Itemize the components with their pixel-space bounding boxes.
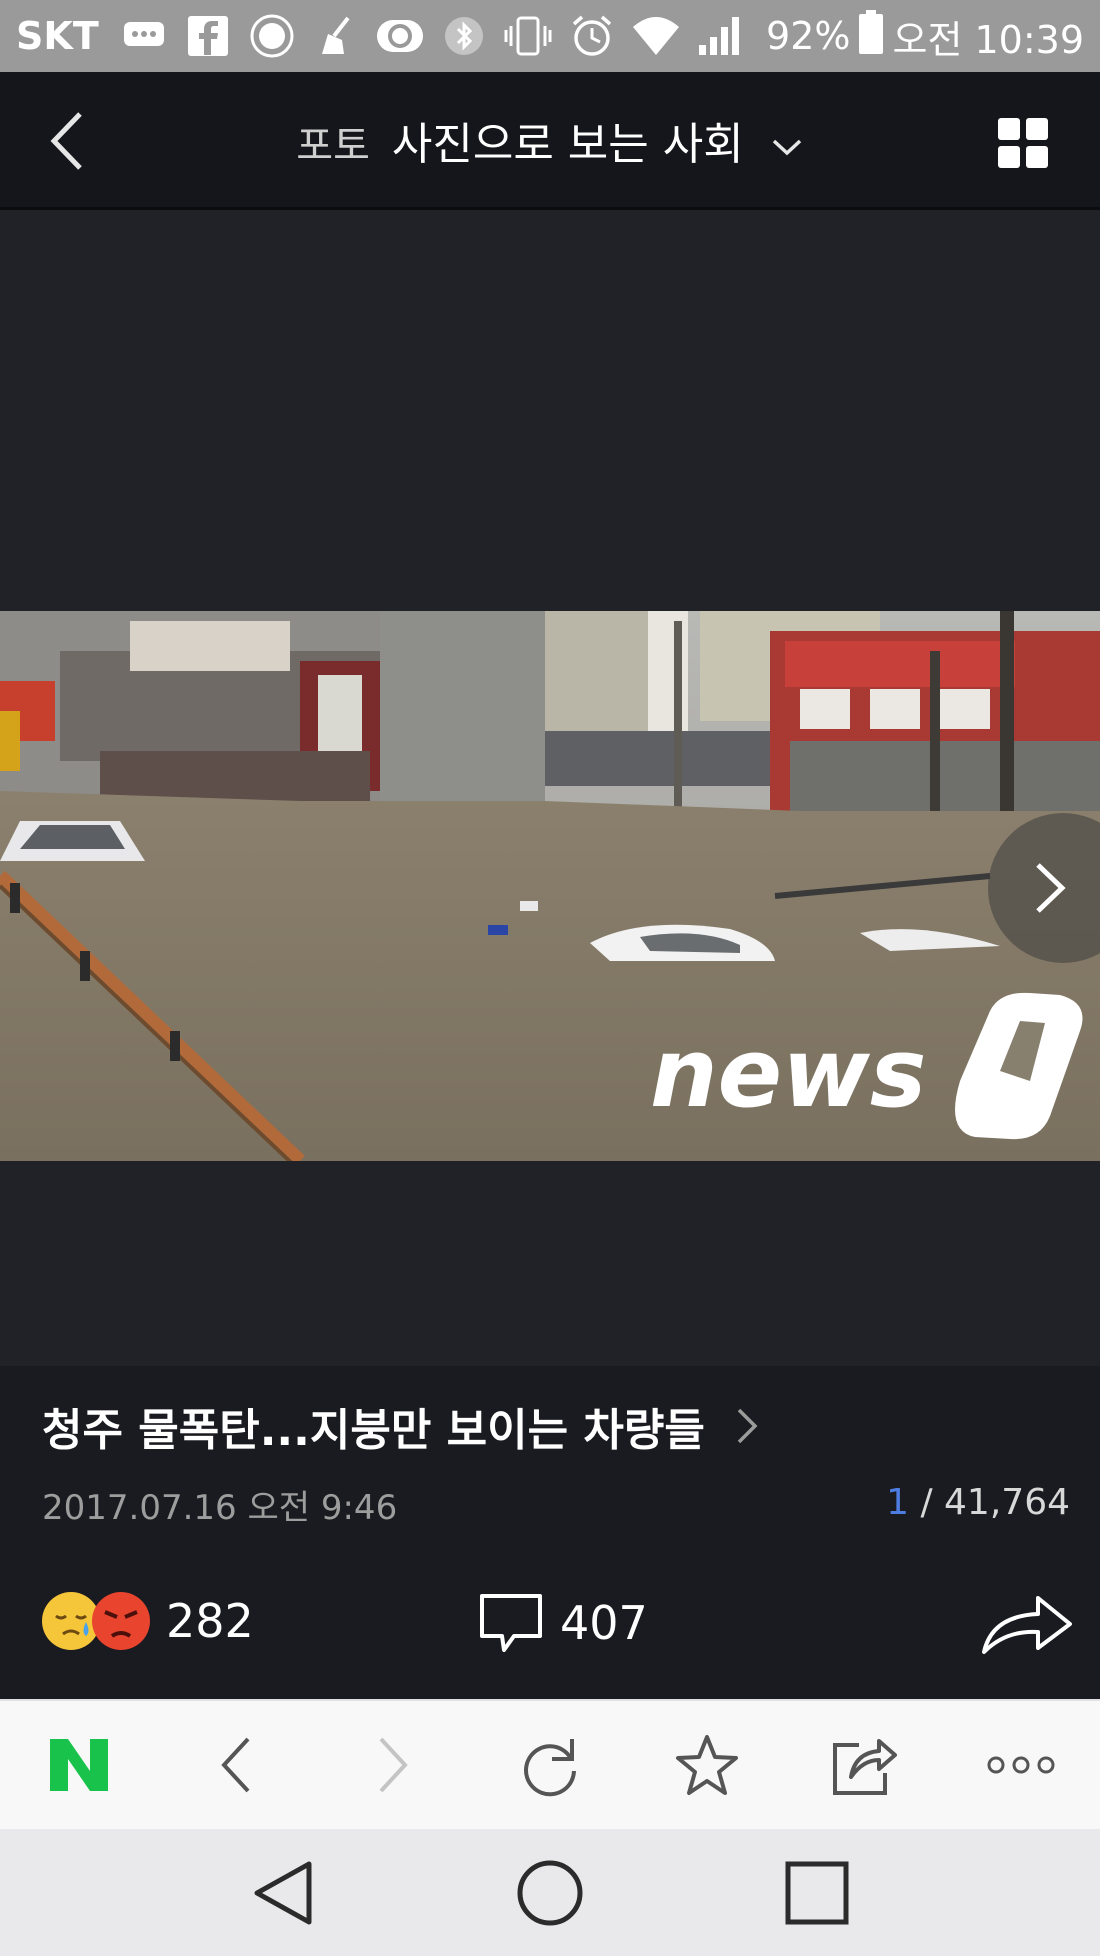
clock: 오전 10:39 <box>892 17 1084 62</box>
notification-icons <box>119 11 745 61</box>
signal-icon <box>695 11 745 61</box>
photo-caption: 청주 물폭탄...지붕만 보이는 차량들 2017.07.16 오전 9:46 … <box>0 1366 1100 1699</box>
carrier-label: SKT <box>16 14 99 58</box>
chevron-right-icon <box>379 1737 408 1793</box>
browser-forward-button[interactable] <box>314 1700 471 1830</box>
article-title: 청주 물폭탄...지붕만 보이는 차량들 <box>42 1405 705 1456</box>
triangle-back-icon <box>254 1861 312 1924</box>
flood-photo[interactable]: news <box>0 611 1100 1161</box>
bookmark-button[interactable] <box>628 1700 785 1830</box>
grid-view-button[interactable] <box>998 118 1048 168</box>
reactions-button[interactable]: 282 <box>42 1592 254 1650</box>
photo-viewer[interactable]: news <box>0 211 1100 1366</box>
browser-toolbar <box>0 1699 1100 1829</box>
battery-icon <box>858 9 884 63</box>
system-home-button[interactable] <box>495 1838 605 1948</box>
app-badge-icon <box>247 11 297 61</box>
reaction-count: 282 <box>166 1594 254 1648</box>
photo-counter: 1 / 41,764 <box>886 1482 1070 1523</box>
photo-total: / 41,764 <box>909 1482 1070 1523</box>
vibrate-icon <box>503 11 553 61</box>
article-date: 2017.07.16 오전 9:46 <box>42 1488 398 1528</box>
star-icon <box>675 1735 738 1795</box>
refresh-button[interactable] <box>471 1700 628 1830</box>
photo-current-index: 1 <box>886 1482 910 1523</box>
more-menu-button[interactable] <box>942 1700 1099 1830</box>
chevron-right-icon <box>737 1408 758 1444</box>
wifi-icon <box>631 11 681 61</box>
browser-back-button[interactable] <box>157 1700 314 1830</box>
system-recents-button[interactable] <box>762 1838 872 1948</box>
status-right: 92% 오전 10:39 <box>766 9 1084 64</box>
naver-home-button[interactable] <box>0 1700 157 1830</box>
messages-icon <box>119 11 169 61</box>
watermark-text: news <box>650 1019 926 1129</box>
section-prefix: 포토 <box>296 123 370 169</box>
cleaner-icon <box>311 11 361 61</box>
flood-photo-illustration: news <box>0 611 1100 1161</box>
refresh-icon <box>523 1739 576 1797</box>
bluetooth-icon <box>439 11 489 61</box>
grid-icon <box>998 118 1048 168</box>
more-dots-icon <box>987 1756 1054 1774</box>
naver-logo-icon <box>49 1739 108 1791</box>
comment-icon <box>480 1594 542 1652</box>
square-recents-icon <box>785 1861 849 1924</box>
section-title-dropdown[interactable]: 포토 사진으로 보는 사회 <box>0 108 1100 172</box>
chevron-down-icon <box>772 139 801 156</box>
angry-emoji-icon <box>92 1592 150 1650</box>
article-link[interactable]: 청주 물폭탄...지붕만 보이는 차량들 <box>42 1394 759 1458</box>
share-box-icon <box>832 1739 897 1795</box>
system-back-button[interactable] <box>228 1838 338 1948</box>
system-navigation-bar <box>0 1829 1100 1956</box>
copyright-icon <box>375 11 425 61</box>
comments-button[interactable]: 407 <box>478 1592 648 1654</box>
share-button[interactable] <box>980 1592 1074 1660</box>
page-title: 사진으로 보는 사회 <box>391 119 744 170</box>
share-arrow-icon <box>982 1596 1072 1654</box>
app-header: 포토 사진으로 보는 사회 <box>0 72 1100 210</box>
alarm-icon <box>567 11 617 61</box>
facebook-icon <box>183 11 233 61</box>
chevron-left-icon <box>220 1737 249 1793</box>
comment-count: 407 <box>560 1596 648 1650</box>
page-share-button[interactable] <box>785 1700 942 1830</box>
battery-percent: 92% <box>766 14 851 58</box>
circle-home-icon <box>517 1860 583 1925</box>
status-bar: SKT 92% 오전 10:39 <box>0 0 1100 72</box>
chevron-right-icon <box>1036 863 1066 913</box>
